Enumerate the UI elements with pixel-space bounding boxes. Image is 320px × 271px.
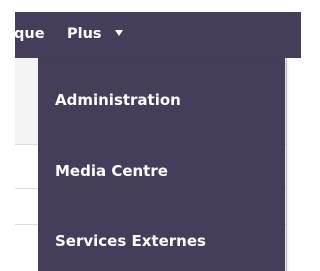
dropdown-item-media-centre[interactable]: Media Centre <box>55 162 168 180</box>
nav-item-plus-dropdown[interactable]: Plus <box>67 12 123 58</box>
dropdown-item-services-externes[interactable]: Services Externes <box>55 232 206 250</box>
dropdown-item-administration[interactable]: Administration <box>55 91 181 109</box>
plus-dropdown-menu: Administration Media Centre Services Ext… <box>38 58 285 271</box>
nav-item-partial-label: que <box>14 26 45 42</box>
caret-down-icon <box>114 30 123 36</box>
nav-item-partial[interactable]: que <box>14 12 45 58</box>
page-right-edge <box>286 58 302 271</box>
top-navbar: que Plus <box>14 12 301 58</box>
nav-item-plus-label: Plus <box>67 26 102 42</box>
